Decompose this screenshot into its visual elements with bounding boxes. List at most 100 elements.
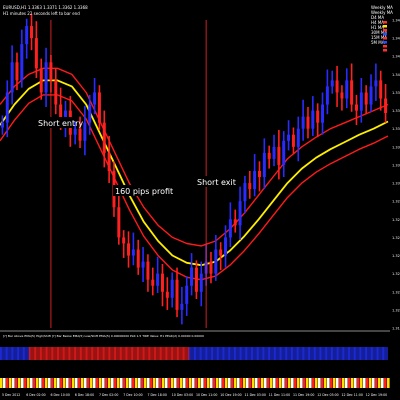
indicator-upper-bar (58, 347, 60, 360)
indicator-lower-bar (345, 378, 348, 388)
indicator-upper-bar (334, 347, 336, 360)
indicator-upper-bar (43, 347, 45, 360)
indicator-upper-bar (297, 347, 298, 360)
indicator-upper-bar (129, 347, 131, 360)
indicator-lower-bar (138, 378, 141, 388)
indicator-upper-bar (260, 347, 262, 360)
indicator-lower-bar (111, 378, 114, 388)
candle-body (107, 152, 111, 171)
indicator-lower-bar (261, 378, 264, 388)
time-tick-label: 7 Dec 02:00 (99, 393, 118, 397)
indicator-upper-bar (109, 347, 110, 360)
indicator-lower-bar (330, 378, 333, 388)
indicator-upper-bar (379, 347, 381, 360)
indicator-lower-bar (288, 378, 291, 388)
indicator-upper-bar (103, 347, 104, 360)
indicator-upper-bar (203, 347, 205, 360)
indicator-lower-bar (132, 378, 135, 388)
indicator-lower-bar (210, 378, 213, 388)
indicator-upper-bar (46, 347, 47, 360)
candle-body (93, 92, 97, 105)
indicator-upper-bar (95, 347, 97, 360)
indicator-lower-bar (93, 378, 96, 388)
indicator-upper-bar (133, 347, 135, 360)
indicator-lower-bar (105, 378, 108, 388)
indicator-upper-bar (289, 347, 291, 360)
candle-body (301, 116, 305, 129)
indicator-lower-bar (198, 378, 201, 388)
candle-body (190, 267, 194, 286)
indicator-upper-bar (94, 347, 96, 360)
indicator-upper-bar (155, 347, 157, 360)
indicator-upper-bar (9, 347, 11, 360)
indicator-upper-bar (76, 347, 78, 360)
indicator-upper-bar (343, 347, 344, 360)
indicator-lower-bar (63, 378, 66, 388)
indicator-upper-bar (40, 347, 41, 360)
candle-body (374, 80, 378, 87)
candle-body (39, 68, 43, 93)
indicator-upper-bar (316, 347, 318, 360)
candle-body (321, 104, 325, 123)
time-tick-label: 6 Dec 18:00 (75, 393, 94, 397)
candle-body (146, 261, 150, 280)
indicator-lower-bar (258, 378, 261, 388)
indicator-upper-bar (116, 347, 118, 360)
indicator-upper-bar (341, 347, 343, 360)
indicator-upper-bar (307, 347, 309, 360)
indicator-upper-bar (282, 347, 284, 360)
indicator-lower-bar (78, 378, 81, 388)
indicator-upper-bar (320, 347, 321, 360)
indicator-upper-bar (23, 347, 24, 360)
indicator-upper-bar (144, 347, 146, 360)
indicator-upper-bar (364, 347, 366, 360)
indicator-upper-bar (244, 347, 246, 360)
indicator-upper-bar (229, 347, 230, 360)
candle-body (165, 291, 169, 298)
indicator-upper-bar (237, 347, 239, 360)
indicator-upper-bar (263, 347, 264, 360)
indicator-upper-bar (294, 347, 296, 360)
indicator-upper-bar (152, 347, 154, 360)
indicator-upper-bar (101, 347, 103, 360)
indicator-lower-bar (114, 378, 117, 388)
indicator-upper-bar (265, 347, 267, 360)
indicator-upper-bar (366, 347, 367, 360)
indicator-upper-bar (220, 347, 222, 360)
indicator-upper-bar (54, 347, 56, 360)
indicator-lower-bar (144, 378, 147, 388)
indicator-upper-bar (121, 347, 123, 360)
indicator-upper-bar (249, 347, 251, 360)
indicator-upper-bar (323, 347, 325, 360)
indicator-upper-bar (181, 347, 183, 360)
indicator-upper-bar (104, 347, 106, 360)
indicator-upper-bar (277, 347, 279, 360)
indicator-upper-bar (26, 347, 28, 360)
indicator-upper-bar (32, 347, 34, 360)
indicator-upper-bar (363, 347, 365, 360)
indicator-lower-bar (255, 378, 258, 388)
indicator-lower-bar (75, 378, 78, 388)
indicator-upper-bar (117, 347, 119, 360)
time-tick-label: 10 Dec 19:00 (220, 393, 241, 397)
indicator-upper-bar (242, 347, 244, 360)
indicator-upper-bar (177, 347, 178, 360)
indicator-upper-bar (113, 347, 115, 360)
indicator-upper-bar (168, 347, 170, 360)
candle-body (340, 92, 344, 99)
indicator-upper-bar (207, 347, 209, 360)
candle-body (277, 146, 281, 165)
indicator-lower-bar (81, 378, 84, 388)
price-tick-label: 1.3235 (392, 272, 400, 276)
candle-body (117, 207, 121, 238)
indicator-upper-bar (147, 347, 149, 360)
indicator-lower-bar (66, 378, 69, 388)
indicator-upper-bar (264, 347, 266, 360)
candle-body (335, 80, 339, 93)
indicator-upper-bar (226, 347, 228, 360)
indicator-lower-bar (300, 378, 303, 388)
indicator-upper-bar (48, 347, 50, 360)
indicator-upper-bar (179, 347, 181, 360)
indicator-upper-bar (357, 347, 359, 360)
candle-body (102, 122, 106, 153)
